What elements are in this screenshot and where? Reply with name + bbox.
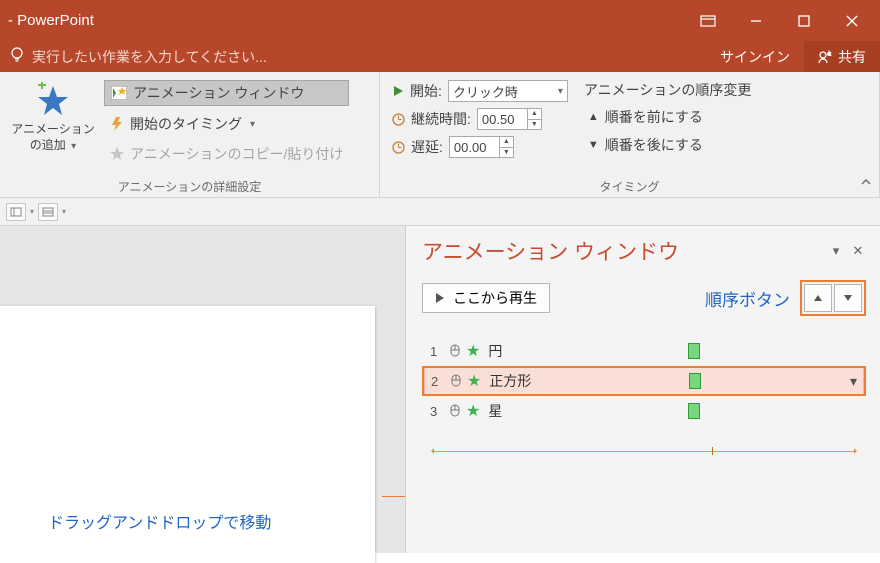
- lightbulb-icon: [10, 47, 24, 66]
- clock-icon: [392, 113, 405, 126]
- view-normal-icon[interactable]: [6, 203, 26, 221]
- order-button-label: 順序ボタン: [705, 286, 790, 311]
- sign-in-link[interactable]: サインイン: [706, 41, 804, 72]
- animation-painter-button: アニメーションのコピー/貼り付け: [104, 142, 349, 166]
- star-icon: [110, 147, 124, 161]
- tell-me-bar: 実行したい作業を入力してください... サインイン 共有: [0, 41, 880, 72]
- close-button[interactable]: [828, 0, 876, 41]
- add-anim-line2: の追加: [30, 138, 66, 152]
- order-buttons-highlight: [800, 280, 866, 316]
- add-anim-line1: アニメーション: [11, 122, 95, 138]
- titlebar: - PowerPoint: [0, 0, 880, 41]
- mouse-click-icon: [448, 402, 462, 421]
- animation-pane: アニメーション ウィンドウ ▾ ✕ ここから再生 順序ボタン 1 ★ 円: [405, 226, 880, 553]
- item-name: 星: [488, 401, 578, 421]
- pane-close-icon[interactable]: ✕: [850, 243, 866, 259]
- play-icon: [392, 85, 404, 97]
- maximize-button[interactable]: [780, 0, 828, 41]
- star-icon: ★: [467, 371, 481, 391]
- animation-pane-button[interactable]: アニメーション ウィンドウ: [104, 80, 349, 106]
- share-button[interactable]: 共有: [804, 41, 880, 72]
- move-later-button[interactable]: ▼順番を後にする: [584, 134, 751, 156]
- work-area: ドラッグアンドドロップで移動 アニメーション ウィンドウ ▾ ✕ ここから再生 …: [0, 226, 880, 553]
- clock-icon-2: [392, 141, 405, 154]
- timeline-ruler[interactable]: [432, 451, 856, 452]
- star-icon: ★: [466, 341, 480, 361]
- trigger-button[interactable]: 開始のタイミング▾: [104, 112, 349, 136]
- play-icon: [435, 292, 445, 304]
- move-earlier-label: 順番を前にする: [605, 107, 703, 127]
- delay-label: 遅延:: [411, 137, 443, 157]
- animation-item-2[interactable]: 2 ★ 正方形 ▾: [424, 366, 864, 396]
- order-up-button[interactable]: [804, 284, 832, 312]
- pane-options-icon[interactable]: ▾: [828, 243, 844, 259]
- start-dropdown[interactable]: クリック時▾: [448, 80, 568, 102]
- lightning-icon: [110, 117, 124, 131]
- item-number: 3: [430, 404, 444, 419]
- delay-value: 00.00: [454, 140, 487, 155]
- share-label: 共有: [838, 47, 866, 67]
- timing-bar[interactable]: [688, 403, 700, 419]
- duration-up[interactable]: ▲: [528, 108, 541, 120]
- group-timing-label: タイミング: [388, 176, 871, 195]
- tell-me-input[interactable]: 実行したい作業を入力してください...: [32, 47, 267, 67]
- group-advanced-label: アニメーションの詳細設定: [8, 176, 371, 195]
- item-menu-caret[interactable]: ▾: [850, 373, 857, 390]
- animation-item-3[interactable]: 3 ★ 星: [424, 396, 864, 426]
- delay-field[interactable]: 00.00 ▲▼: [449, 136, 514, 158]
- animation-pane-title: アニメーション ウィンドウ: [422, 236, 828, 266]
- delay-down[interactable]: ▼: [500, 148, 513, 159]
- animation-item-1[interactable]: 1 ★ 円: [424, 336, 864, 366]
- mouse-click-icon: [448, 342, 462, 361]
- order-down-button[interactable]: [834, 284, 862, 312]
- duration-label: 継続時間:: [411, 109, 471, 129]
- pane-icon: [111, 86, 127, 100]
- move-earlier-button[interactable]: ▲順番を前にする: [584, 106, 751, 128]
- item-name: 円: [488, 341, 578, 361]
- slide-area: ドラッグアンドドロップで移動: [0, 226, 405, 553]
- add-animation-button[interactable]: アニメーションの追加 ▾: [8, 76, 98, 176]
- item-number: 2: [431, 374, 445, 389]
- move-later-label: 順番を後にする: [605, 135, 703, 155]
- item-name: 正方形: [489, 371, 579, 391]
- animation-list: 1 ★ 円 2 ★ 正方形 ▾ 3 ★ 星: [422, 334, 866, 444]
- play-label: ここから再生: [453, 288, 537, 308]
- anim-pane-label: アニメーション ウィンドウ: [133, 83, 304, 103]
- duration-down[interactable]: ▼: [528, 120, 541, 131]
- app-title: - PowerPoint: [8, 12, 94, 29]
- duration-field[interactable]: 00.50 ▲▼: [477, 108, 542, 130]
- reorder-title: アニメーションの順序変更: [584, 80, 751, 100]
- ribbon: アニメーションの追加 ▾ アニメーション ウィンドウ 開始のタイミング▾ アニメ…: [0, 72, 880, 198]
- timing-bar[interactable]: [688, 343, 700, 359]
- mouse-click-icon: [449, 372, 463, 391]
- star-icon: ★: [466, 401, 480, 421]
- ribbon-display-options[interactable]: [684, 0, 732, 41]
- duration-value: 00.50: [482, 112, 515, 127]
- minimize-button[interactable]: [732, 0, 780, 41]
- painter-label: アニメーションのコピー/貼り付け: [130, 144, 343, 164]
- delay-up[interactable]: ▲: [500, 136, 513, 148]
- item-number: 1: [430, 344, 444, 359]
- view-outline-icon[interactable]: [38, 203, 58, 221]
- start-value: クリック時: [453, 82, 518, 101]
- timing-bar[interactable]: [689, 373, 701, 389]
- start-label: 開始:: [410, 81, 442, 101]
- trigger-label: 開始のタイミング: [130, 114, 242, 134]
- collapse-ribbon-icon[interactable]: [860, 176, 872, 191]
- annotation-drag: ドラッグアンドドロップで移動: [48, 509, 271, 533]
- play-from-button[interactable]: ここから再生: [422, 283, 550, 313]
